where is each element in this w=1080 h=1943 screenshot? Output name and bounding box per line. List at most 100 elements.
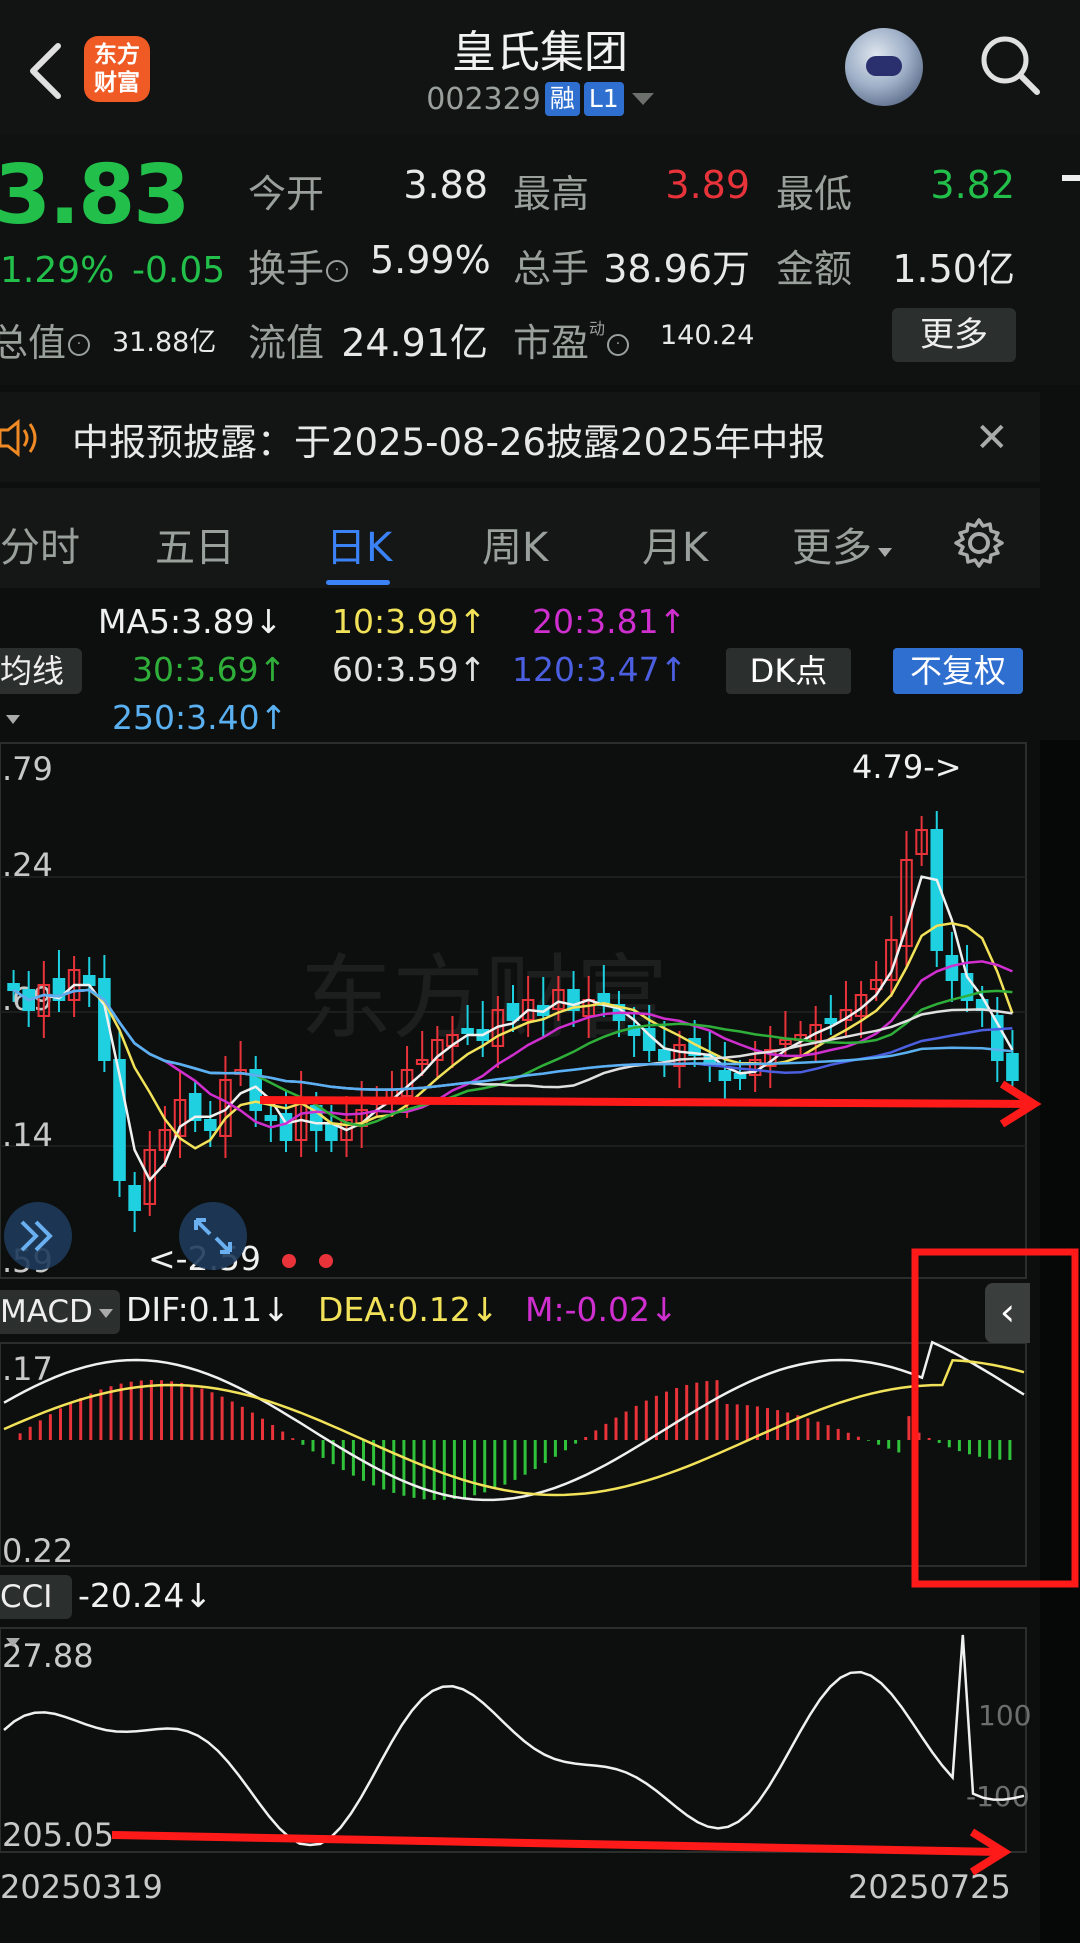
expand-sidebar-button[interactable]	[4, 1202, 72, 1270]
close-icon: ✕	[975, 415, 1009, 461]
turnover-label: 换手 ·	[248, 238, 349, 293]
notice-text: 中报预披露：于2025-08-26披露2025年中报	[72, 421, 826, 464]
cci-indicator-select[interactable]: CCI	[0, 1575, 72, 1647]
high-label: 最高	[513, 172, 590, 216]
kline-y-label-1: .79	[2, 750, 53, 788]
float-cap-label: 流值	[248, 321, 325, 365]
candle	[82, 975, 96, 986]
kline-chart[interactable]: 东方财富 .79 .24 .69 .14 .59 4.79-> <-2.59 .…	[0, 740, 1080, 1943]
event-dot[interactable]	[282, 1254, 296, 1268]
ma120-value: 120:3.47↑	[512, 650, 688, 689]
amount-label: 金额	[776, 247, 853, 291]
macd-dif: DIF:0.11↓	[126, 1290, 290, 1329]
low-label: 最低	[776, 172, 853, 216]
kline-y-label-2: .24	[2, 846, 53, 884]
macd-dea: DEA:0.12↓	[318, 1290, 499, 1329]
candle	[325, 1123, 338, 1141]
macd-m: M:-0.02↓	[525, 1290, 678, 1329]
open-label: 今开	[248, 172, 325, 216]
margin-badge: 融	[544, 82, 580, 116]
turnover-value: 5.99%	[370, 238, 491, 282]
candle	[461, 1028, 474, 1034]
collapse-panel-button[interactable]: ‹	[985, 1283, 1030, 1343]
last-price: 3.83	[0, 148, 190, 243]
cci-level-high: 100	[978, 1699, 1031, 1732]
event-dot[interactable]	[319, 1254, 333, 1268]
candle	[7, 983, 20, 991]
chevron-down-icon	[6, 715, 20, 724]
chevron-down-icon	[6, 1638, 20, 1647]
ma250-value: 250:3.40↑	[112, 698, 288, 737]
ma-type-select[interactable]: 均线	[0, 648, 82, 724]
info-icon[interactable]: ·	[68, 334, 91, 356]
ma10-value: 10:3.99↑	[332, 602, 487, 641]
active-tab-indicator	[326, 580, 390, 585]
ma5-value: MA5:3.89↓	[98, 602, 283, 641]
tab-five-day[interactable]: 五日	[155, 515, 235, 573]
speaker-icon	[0, 418, 37, 458]
fullscreen-button[interactable]	[179, 1202, 247, 1270]
change-percent: 1.29%	[0, 250, 115, 291]
ma20-value: 20:3.81↑	[532, 602, 687, 641]
level-badge: L1	[583, 82, 624, 116]
cci-y-bottom: 205.05	[2, 1816, 114, 1854]
candle	[1006, 1053, 1019, 1081]
change-amount: -0.05	[132, 250, 226, 291]
candle	[128, 1185, 141, 1211]
chevron-down-icon	[631, 93, 654, 105]
notice-close-button[interactable]: ✕	[975, 415, 1009, 461]
cci-panel-frame	[0, 1627, 1027, 1853]
macd-histogram	[18, 1380, 1012, 1500]
pe-value: 140.24	[660, 320, 755, 351]
stock-code: 002329	[426, 82, 541, 117]
info-icon[interactable]: ·	[326, 260, 349, 282]
float-cap-value: 24.91亿	[341, 321, 488, 365]
tab-intraday[interactable]: 分时	[0, 515, 80, 573]
candle	[506, 1003, 520, 1021]
more-quote-button[interactable]: 更多	[892, 308, 1016, 362]
amount-value: 1.50亿	[892, 247, 1015, 291]
high-value: 3.89	[665, 163, 750, 207]
volume-label: 总手	[513, 247, 590, 291]
cci-line	[3, 1634, 1025, 1847]
date-end: 20250725	[848, 1868, 1011, 1906]
candle	[204, 1119, 217, 1131]
low-value: 3.82	[930, 163, 1015, 207]
search-button[interactable]	[975, 30, 1045, 100]
macd-indicator-select[interactable]: MACD	[0, 1290, 120, 1334]
offscreen-fragment	[1062, 175, 1080, 181]
pe-label: 市盈动·	[513, 312, 630, 367]
volume-value: 38.96万	[603, 247, 750, 291]
macd-panel-frame	[0, 1342, 1027, 1567]
ma-lines-layer	[12, 875, 1014, 1183]
robot-visor	[866, 56, 902, 76]
chevron-down-icon	[98, 1309, 113, 1318]
chevron-down-icon	[878, 548, 892, 557]
candle	[658, 1049, 671, 1061]
open-value: 3.88	[403, 163, 488, 207]
macd-y-bottom: 0.22	[2, 1532, 73, 1570]
adjust-mode-button[interactable]: 不复权	[893, 648, 1023, 694]
info-icon[interactable]: ·	[607, 334, 630, 356]
candle	[718, 1070, 732, 1081]
candle	[264, 1115, 278, 1121]
cci-series	[3, 1634, 1025, 1847]
cci-value: -20.24↓	[78, 1576, 213, 1615]
chevron-left-icon: ‹	[999, 1290, 1016, 1334]
tab-monthly-k[interactable]: 月K	[642, 515, 708, 573]
candle	[824, 1018, 838, 1024]
date-start: 20250319	[0, 1868, 163, 1906]
candle	[733, 1073, 747, 1079]
tab-daily-k[interactable]: 日K	[326, 515, 392, 573]
peak-marker: 4.79->	[852, 748, 962, 786]
tab-more[interactable]: 更多	[792, 515, 892, 573]
ma60-value: 60:3.59↑	[332, 650, 487, 689]
dk-point-button[interactable]: DK点	[726, 648, 851, 694]
tab-weekly-k[interactable]: 周K	[482, 515, 548, 573]
stock-code-row[interactable]: 002329 融 L1	[0, 82, 1080, 117]
gear-icon[interactable]	[952, 516, 1006, 570]
market-cap-label: 总值 ·	[0, 312, 91, 367]
market-cap-value: 31.88亿	[112, 327, 217, 358]
ma30-value: 30:3.69↑	[132, 650, 287, 689]
kline-y-label-4: .14	[2, 1116, 53, 1154]
